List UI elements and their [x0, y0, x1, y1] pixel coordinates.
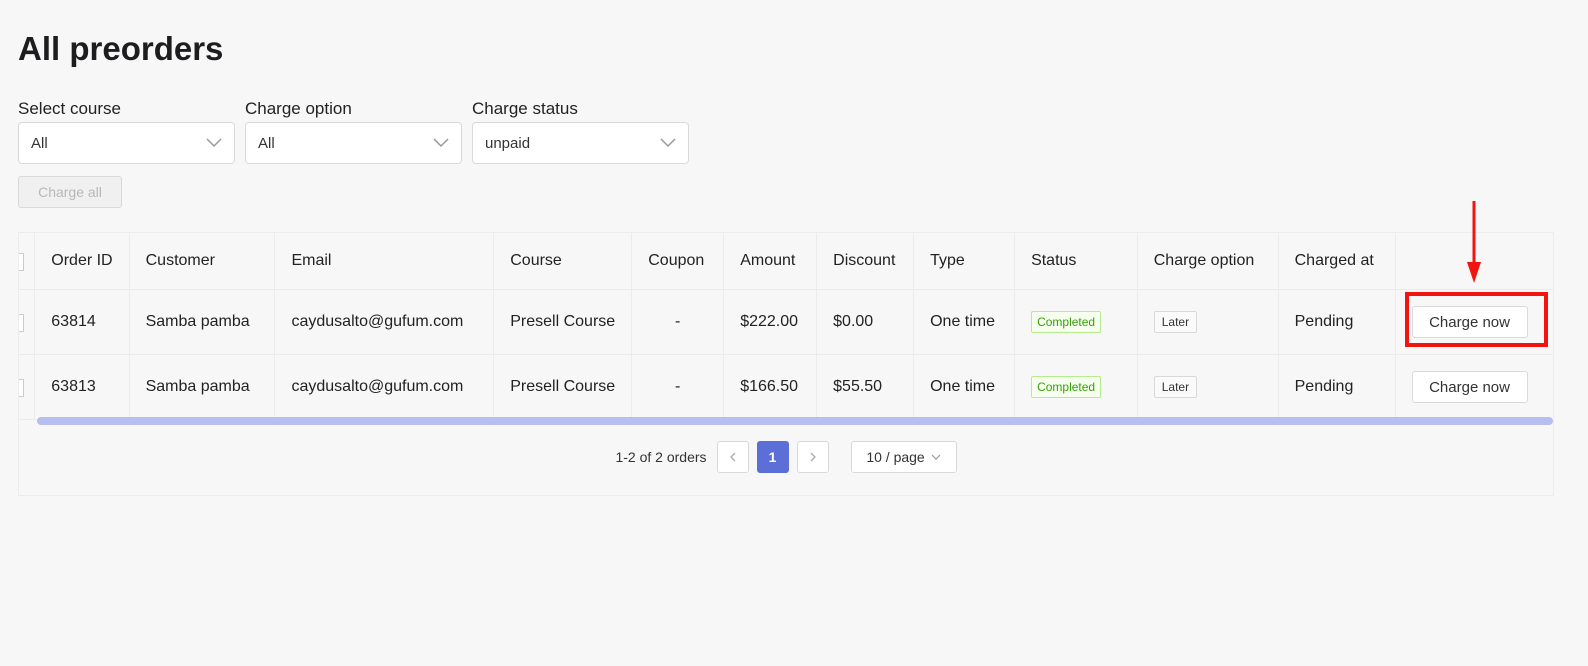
filter-charge-option: Charge option All	[245, 98, 462, 164]
type-cell: One time	[913, 354, 1016, 420]
select-value: All	[258, 134, 275, 152]
customer-cell: Samba pamba	[129, 354, 276, 420]
column-header: Coupon	[631, 233, 725, 290]
column-header: Charged at	[1278, 233, 1396, 290]
course-cell: Presell Course	[493, 289, 633, 355]
select-course-dropdown[interactable]: All	[18, 122, 235, 164]
pagination: 1-2 of 2 orders 1 10 / page	[19, 441, 1553, 473]
select-value: All	[31, 134, 48, 152]
order-id-cell: 63813	[34, 354, 130, 420]
charge-status-dropdown[interactable]: unpaid	[472, 122, 689, 164]
table-header-row: Order ID Customer Email Course Coupon Am…	[19, 233, 1553, 290]
select-all-checkbox-cell[interactable]	[19, 233, 36, 290]
charge-option-badge: Later	[1153, 376, 1198, 398]
filters-bar: Select course All Charge option All Char…	[18, 98, 689, 164]
charge-option-cell: Later	[1137, 289, 1279, 355]
charge-option-badge: Later	[1153, 311, 1198, 333]
course-cell: Presell Course	[493, 354, 633, 420]
chevron-down-icon	[433, 138, 449, 148]
select-value: unpaid	[485, 134, 531, 152]
filter-label: Select course	[18, 99, 121, 118]
order-id-cell: 63814	[34, 289, 130, 355]
email-cell: caydusalto@gufum.com	[274, 354, 495, 420]
checkbox[interactable]	[19, 314, 25, 332]
arrow-down-icon	[1467, 201, 1481, 283]
discount-cell: $0.00	[816, 289, 915, 355]
charge-option-cell: Later	[1137, 354, 1279, 420]
preorders-table: Order ID Customer Email Course Coupon Am…	[19, 233, 1553, 420]
status-cell: Completed	[1014, 289, 1138, 355]
page-size-value: 10 / page	[866, 449, 925, 465]
column-header: Course	[493, 233, 633, 290]
column-header: Order ID	[34, 233, 130, 290]
prev-page-button[interactable]	[716, 441, 749, 473]
filter-label: Charge option	[245, 99, 352, 118]
charge-all-button[interactable]: Charge all	[18, 176, 122, 208]
page-size-select[interactable]: 10 / page	[850, 441, 957, 473]
charged-at-cell: Pending	[1278, 354, 1396, 420]
charge-option-dropdown[interactable]: All	[245, 122, 462, 164]
horizontal-scrollbar[interactable]	[37, 417, 1553, 425]
column-header: Amount	[723, 233, 818, 290]
table-row: 63813 Samba pamba caydusalto@gufum.com P…	[19, 354, 1553, 420]
filter-charge-status: Charge status unpaid	[472, 98, 689, 164]
discount-cell: $55.50	[816, 354, 915, 420]
column-header: Customer	[129, 233, 276, 290]
table-row: 63814 Samba pamba caydusalto@gufum.com P…	[19, 289, 1553, 355]
charge-now-button[interactable]: Charge now	[1411, 371, 1528, 403]
email-cell: caydusalto@gufum.com	[274, 289, 495, 355]
column-header: Email	[274, 233, 495, 290]
status-badge: Completed	[1031, 311, 1102, 333]
page-title: All preorders	[18, 30, 224, 67]
status-cell: Completed	[1014, 354, 1138, 420]
pagination-total: 1-2 of 2 orders	[615, 449, 707, 465]
column-header: Discount	[816, 233, 915, 290]
column-header: Charge option	[1137, 233, 1279, 290]
row-checkbox-cell[interactable]	[19, 289, 36, 355]
type-cell: One time	[913, 289, 1016, 355]
chevron-down-icon	[931, 454, 941, 460]
chevron-down-icon	[660, 138, 676, 148]
chevron-right-icon	[810, 452, 816, 462]
checkbox[interactable]	[19, 253, 25, 271]
action-cell: Charge now	[1395, 354, 1553, 420]
row-checkbox-cell[interactable]	[19, 354, 36, 420]
coupon-cell: -	[631, 289, 725, 355]
chevron-down-icon	[206, 138, 222, 148]
column-header: Type	[913, 233, 1016, 290]
customer-cell: Samba pamba	[129, 289, 276, 355]
filter-select-course: Select course All	[18, 98, 235, 164]
coupon-cell: -	[631, 354, 725, 420]
preorders-table-card: Order ID Customer Email Course Coupon Am…	[18, 232, 1554, 496]
annotation-highlight-box	[1405, 292, 1548, 347]
next-page-button[interactable]	[796, 441, 829, 473]
amount-cell: $166.50	[723, 354, 818, 420]
filter-label: Charge status	[472, 99, 578, 118]
page-button[interactable]: 1	[756, 441, 789, 473]
chevron-left-icon	[729, 452, 735, 462]
amount-cell: $222.00	[723, 289, 818, 355]
column-header: Status	[1014, 233, 1138, 290]
checkbox[interactable]	[19, 379, 25, 397]
charged-at-cell: Pending	[1278, 289, 1396, 355]
status-badge: Completed	[1031, 376, 1102, 398]
